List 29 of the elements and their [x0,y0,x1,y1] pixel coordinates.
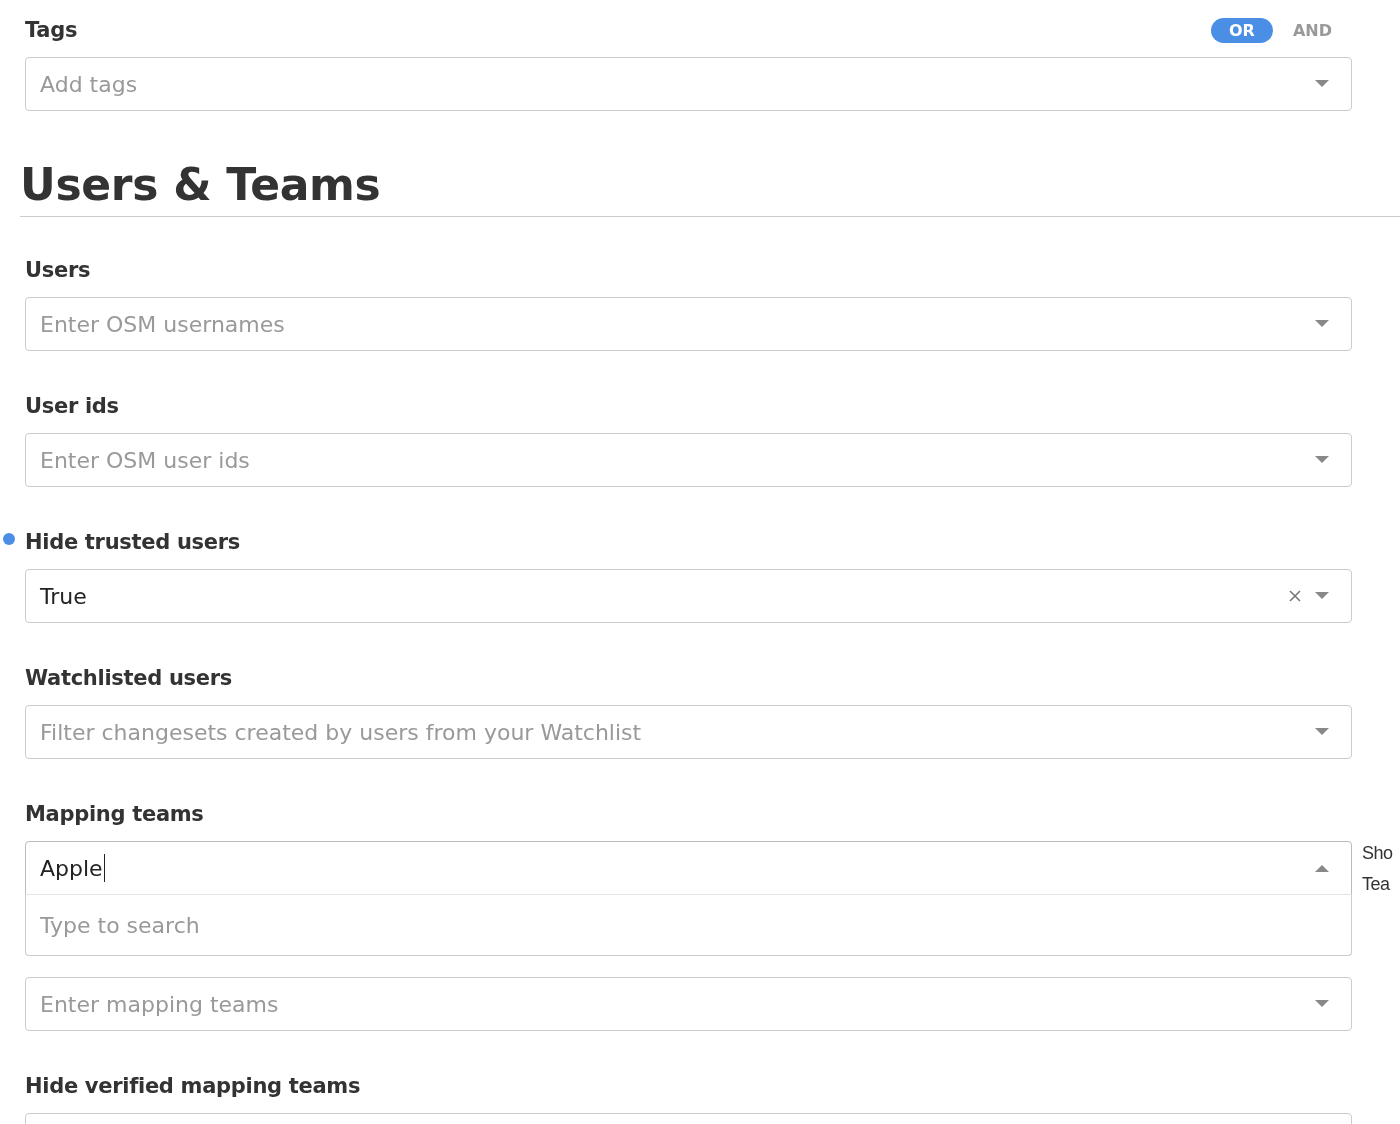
select-field[interactable]: Filter changesets created by users from your Watchlist [25,705,1352,759]
clear-icon[interactable] [1289,590,1301,602]
field-label: User ids [25,394,119,418]
caret-icon [1315,456,1329,464]
caret-icon [1315,320,1329,328]
caret-icon [1315,80,1329,88]
field-label: Mapping teams [25,802,204,826]
mode-toggle[interactable]: OR [1211,17,1273,43]
field-label: Watchlisted users [25,666,232,690]
field-label: Users [25,258,91,282]
caret-icon [1315,592,1329,600]
select-field[interactable]: Enter OSM usernames [25,297,1352,351]
text-cursor [103,854,105,882]
caret-icon [1315,864,1329,872]
section-title: Users & Teams [20,159,1400,217]
field-label: Hide verified mapping teams [25,1074,361,1098]
side-note-text: Sho [1362,843,1393,864]
menu-hint: Type to search [40,912,200,938]
field-label: Hide trusted users [25,530,240,554]
mode-toggle[interactable]: AND [1282,17,1342,43]
tags-select[interactable]: Add tags [25,57,1352,111]
select-field[interactable]: Enter mapping teams [25,977,1352,1031]
caret-icon [1315,728,1329,736]
select-field[interactable]: Apple [25,841,1352,895]
side-note-text: Tea [1362,874,1391,895]
select-field[interactable]: Enter OSM user ids [25,433,1352,487]
field-label: Tags [25,18,78,42]
select-field[interactable]: True [25,569,1352,623]
caret-icon [1315,1000,1329,1008]
